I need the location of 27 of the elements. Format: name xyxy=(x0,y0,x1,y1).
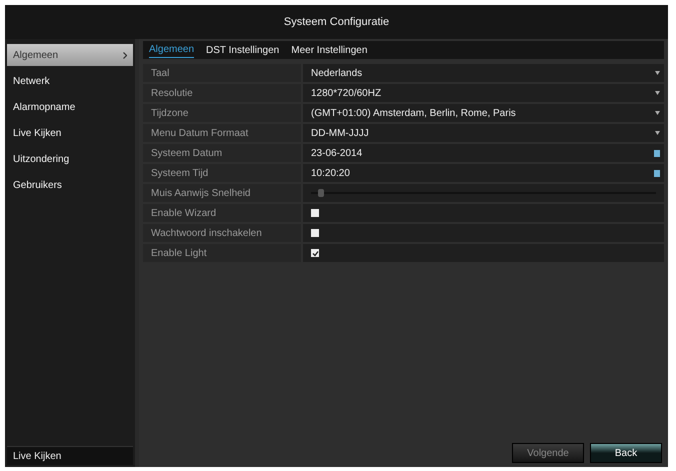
checkbox[interactable] xyxy=(311,229,319,237)
dropdown-icon[interactable] xyxy=(655,111,660,115)
checkbox[interactable] xyxy=(311,209,319,217)
checkbox[interactable] xyxy=(311,249,319,257)
back-button[interactable]: Back xyxy=(590,443,662,463)
slider-thumb[interactable] xyxy=(318,189,324,197)
sidebar-item[interactable]: Gebruikers xyxy=(7,174,133,196)
setting-value: 23-06-2014 xyxy=(311,148,362,158)
sidebar-item[interactable]: Netwerk xyxy=(7,70,133,92)
sidebar-item[interactable]: Live Kijken xyxy=(7,122,133,144)
sidebar-item[interactable]: Algemeen xyxy=(7,44,133,66)
dropdown-icon[interactable] xyxy=(655,71,660,75)
dropdown-icon[interactable] xyxy=(655,131,660,135)
tab[interactable]: Algemeen xyxy=(149,42,194,58)
setting-value: 1280*720/60HZ xyxy=(311,88,382,98)
setting-value: (GMT+01:00) Amsterdam, Berlin, Rome, Paris xyxy=(311,108,516,118)
sidebar-item[interactable]: Alarmopname xyxy=(7,96,133,118)
chevron-icon xyxy=(123,52,127,58)
live-view-button[interactable]: Live Kijken xyxy=(7,446,133,465)
window-title: Systeem Configuratie xyxy=(5,5,668,39)
sidebar-item[interactable]: Uitzondering xyxy=(7,148,133,170)
tab[interactable]: Meer Instellingen xyxy=(291,42,368,58)
dropdown-icon[interactable] xyxy=(655,91,660,95)
tab[interactable]: DST Instellingen xyxy=(206,42,280,58)
setting-value: 10:20:20 xyxy=(311,168,350,178)
setting-value: Nederlands xyxy=(311,68,362,78)
setting-value: DD-MM-JJJJ xyxy=(311,128,369,138)
